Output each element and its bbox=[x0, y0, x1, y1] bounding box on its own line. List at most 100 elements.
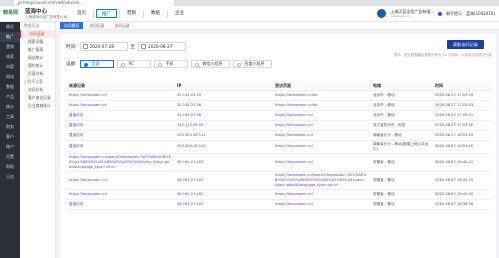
subnav-group-data[interactable]: 数据互动 bbox=[20, 22, 55, 30]
cell-page[interactable]: https://lanseopen.cn/bb bbox=[272, 90, 370, 101]
cell-ip[interactable]: 35.144.25.35 bbox=[174, 90, 272, 101]
cell-time: 2020-08-27 16:53:00 bbox=[432, 140, 492, 154]
cell-ip[interactable]: 36.161.27.187 bbox=[174, 199, 272, 210]
cell-source[interactable]: 直接访问 bbox=[66, 110, 174, 121]
subnav-item-page-analysis[interactable]: 页面分析 bbox=[20, 70, 55, 78]
export-records-button[interactable]: 获取访问记录 bbox=[446, 40, 484, 49]
table-row: 直接访问 223.104.16.112 https://lanseopen.cn… bbox=[66, 140, 492, 154]
subnav-item-customer-visits[interactable]: 客户来访记录 bbox=[20, 94, 55, 102]
end-date-field[interactable]: 2020-08-27 bbox=[138, 42, 187, 51]
cell-page[interactable]: https://lanseopen.cn/ bbox=[272, 110, 370, 121]
cell-source[interactable]: https://lanseopen.cn/ bbox=[66, 171, 174, 190]
cell-page[interactable]: https://lanseopen.cn/ bbox=[272, 189, 370, 200]
device-option-baidu-miniapp[interactable]: 百度小程序 bbox=[232, 60, 272, 68]
radio-icon bbox=[157, 62, 162, 67]
start-date-field[interactable]: 2020-07-28 bbox=[79, 42, 128, 51]
cell-ip[interactable]: 125.113.58.93 bbox=[174, 120, 272, 131]
cell-page[interactable]: https://lanseopen.cn/ bbox=[272, 120, 370, 131]
device-option-wechat-miniapp[interactable]: 微信小程序 bbox=[190, 60, 230, 68]
cell-ip[interactable]: 36.161.27.187 bbox=[174, 189, 272, 200]
radio-icon bbox=[120, 62, 125, 67]
nav-enterprise[interactable]: 企业 bbox=[170, 9, 189, 18]
company-info[interactable]: 上海天蓝全信广告有限... lanseopen.cn bbox=[390, 9, 434, 18]
cell-source[interactable]: 直接访问 bbox=[66, 140, 174, 154]
notification-badge-icon[interactable] bbox=[438, 11, 443, 16]
subnav-item-promo-report[interactable]: 推广报表 bbox=[20, 46, 55, 54]
sidebar-item-stats[interactable]: 统计 bbox=[0, 102, 20, 112]
nav-promotion[interactable]: 推广 bbox=[96, 9, 117, 18]
tab-visit-records-2[interactable]: 访问记录 bbox=[110, 22, 133, 29]
sidebar-item-finance[interactable]: 财务 bbox=[0, 122, 20, 132]
cell-source[interactable]: 直接访问 bbox=[66, 120, 174, 131]
cell-page[interactable]: https://lanseopen.cn/bb bbox=[272, 100, 370, 111]
device-option-pc[interactable]: PC bbox=[116, 60, 151, 68]
company-site: lanseopen.cn bbox=[390, 14, 411, 18]
cell-page[interactable]: https://lanseopen.cn/search?keywords=%E5… bbox=[272, 171, 370, 190]
logo[interactable]: 精易网 bbox=[3, 8, 23, 18]
cell-ip[interactable]: 36.161.27.187 bbox=[174, 153, 272, 172]
sidebar-item-promotion[interactable]: 推广 bbox=[0, 32, 20, 42]
nav-marketing[interactable]: 营销 bbox=[122, 9, 141, 18]
table-row: https://lanseopen.cn/ 35.144.25.36 https… bbox=[66, 100, 492, 111]
sidebar-item-logs[interactable]: 日志 bbox=[0, 172, 20, 182]
tab-overview[interactable]: 访问概况 bbox=[60, 22, 84, 29]
cell-source[interactable]: https://lanseopen.cn/search?keywords=%E5… bbox=[66, 153, 174, 172]
cell-ip[interactable]: 223.104.16.112 bbox=[174, 140, 272, 154]
cell-time: 2020-08-27 16:40:41 bbox=[432, 153, 492, 172]
sidebar-item-website[interactable]: 网站 bbox=[0, 72, 20, 82]
sidebar-item-content[interactable]: 内容 bbox=[0, 62, 20, 72]
cell-source[interactable]: https://lanseopen.cn/ bbox=[66, 189, 174, 200]
cell-region: 北京市 - 移动 bbox=[370, 110, 432, 121]
cell-source[interactable]: https://lanseopen.cn/ bbox=[66, 100, 174, 111]
subnav-group-miniapp[interactable]: 小程序访客 bbox=[20, 78, 55, 86]
sidebar-item-marketing[interactable]: 营销 bbox=[0, 42, 20, 52]
sidebar-item-account[interactable]: 账户 bbox=[0, 142, 20, 152]
sidebar-item-data[interactable]: 数据 bbox=[0, 82, 20, 92]
cell-page[interactable]: https://lanseopen.cn/ bbox=[272, 199, 370, 210]
sidebar-item-customers[interactable]: 客户 bbox=[0, 132, 20, 142]
sidebar-item-products[interactable]: 产品 bbox=[0, 92, 20, 102]
radio-icon bbox=[236, 62, 241, 67]
end-date-value: 2020-08-27 bbox=[148, 44, 173, 49]
cell-page[interactable]: https://lanseopen.cn/ bbox=[272, 153, 370, 172]
cell-region: 浙江省杭州市 - 电信 bbox=[370, 120, 432, 131]
device-option-mobile[interactable]: 手机 bbox=[153, 60, 188, 68]
user-menu[interactable]: 蓝海(1042416) bbox=[466, 11, 495, 16]
start-date-value: 2020-07-28 bbox=[89, 44, 114, 49]
cell-source[interactable]: 直接访问 bbox=[66, 130, 174, 141]
sidebar-item-overview[interactable]: 概况 bbox=[0, 22, 20, 32]
cell-page[interactable]: https://lanseopen.cn/ bbox=[272, 140, 370, 154]
sidebar-item-help[interactable]: 帮助 bbox=[0, 162, 20, 172]
subnav-item-booking-stats[interactable]: 预约统计 bbox=[20, 62, 55, 70]
calendar-icon bbox=[141, 44, 147, 49]
device-option-label: 百度小程序 bbox=[244, 61, 265, 66]
cell-region: 安徽省 - 移动 bbox=[370, 171, 432, 190]
cell-source[interactable]: https://lanseopen.cn/ bbox=[66, 90, 174, 101]
cell-ip[interactable]: 35.144.25.36 bbox=[174, 110, 272, 121]
device-option-label: 手机 bbox=[165, 61, 174, 66]
account-link[interactable]: 新手提示 bbox=[446, 11, 462, 16]
nav-data[interactable]: 数据 bbox=[146, 9, 165, 18]
table-row: 直接访问 36.161.27.187 https://lanseopen.cn/… bbox=[66, 199, 492, 210]
subnav-item-search-words[interactable]: 搜索词报 bbox=[20, 38, 55, 46]
subnav-item-visit-records[interactable]: 访问记录 bbox=[20, 30, 55, 38]
radio-icon bbox=[194, 62, 199, 67]
tab-visit-records[interactable]: 访问记录 bbox=[85, 22, 108, 29]
radio-icon bbox=[83, 62, 88, 67]
nav-home[interactable]: 首页 bbox=[72, 9, 91, 18]
subnav-item-site-stats[interactable]: 网站统计 bbox=[20, 54, 55, 62]
subnav-item-visit-analysis[interactable]: 访问分析 bbox=[20, 86, 55, 94]
sidebar-item-tools[interactable]: 工具 bbox=[0, 112, 20, 122]
cell-ip[interactable]: 223.104.16.112 bbox=[174, 130, 272, 141]
cell-page[interactable]: https://lanseopen.cn/ bbox=[272, 130, 370, 141]
sidebar-item-settings[interactable]: 设置 bbox=[0, 152, 20, 162]
cell-source[interactable]: 直接访问 bbox=[66, 199, 174, 210]
cell-ip[interactable]: 35.144.25.36 bbox=[174, 100, 272, 111]
cell-region: 湖南省长沙 - 移动(数据上网公共出口) bbox=[370, 140, 432, 154]
device-label: 设备: bbox=[66, 62, 77, 67]
column-header-page: 受访页面 bbox=[272, 82, 370, 91]
subnav-item-mall-stats[interactable]: 企业商城统计 bbox=[20, 102, 55, 110]
sidebar-item-leads[interactable]: 线索 bbox=[0, 52, 20, 62]
device-option-all[interactable]: 全部 bbox=[79, 60, 114, 68]
cell-ip[interactable]: 36.161.27.187 bbox=[174, 171, 272, 190]
